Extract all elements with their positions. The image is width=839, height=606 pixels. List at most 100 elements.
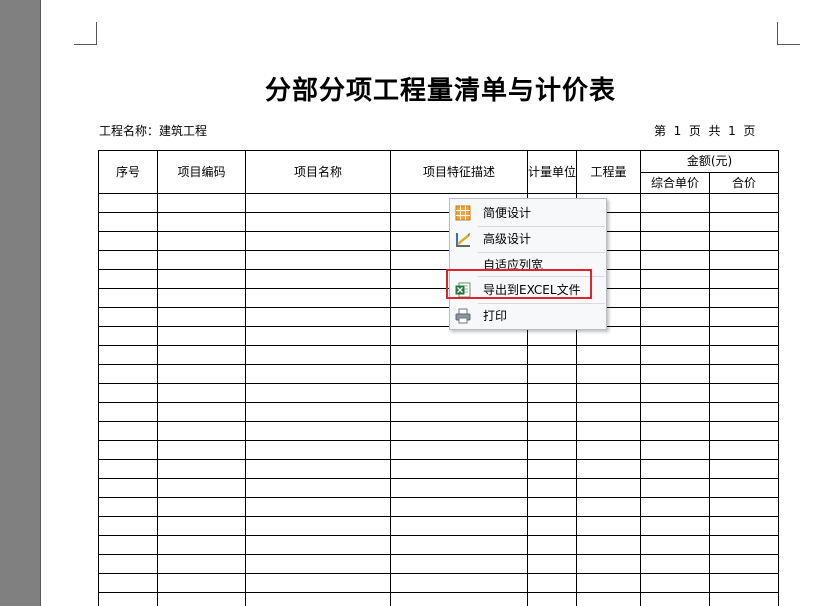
table-cell [390,554,528,574]
table-cell [390,440,528,460]
table-cell [157,231,246,251]
table-cell [98,364,158,384]
table-cell [709,440,779,460]
table-cell [576,535,641,555]
table-cell [640,193,710,213]
table-cell [98,288,158,308]
table-cell [98,383,158,403]
table-cell [576,440,641,460]
table-cell [640,383,710,403]
table-cell [390,383,528,403]
table-cell [245,402,391,422]
table-cell [709,459,779,479]
table-cell [157,592,246,606]
table-cell [576,345,641,365]
report-title: 分部分项工程量清单与计价表 [264,76,616,106]
table-cell [390,573,528,593]
table-cell [245,345,391,365]
table-cell [245,440,391,460]
menu-label: 高级设计 [483,232,532,246]
table-cell [98,212,158,232]
table-cell [576,364,641,384]
header-unit-price: 综合单价 [640,172,710,194]
table-cell [157,383,246,403]
table-cell [390,364,528,384]
table-cell [245,383,391,403]
table-cell [527,535,577,555]
table-cell [527,459,577,479]
header-unit: 计量单位 [527,150,577,194]
bill-table: 序号 项目编码 项目名称 项目特征描述 计量单位 工程量 金额(元) 综合单价 … [98,150,779,606]
page-info: 第 1 页 共 1 页 [654,124,756,138]
table-cell [98,554,158,574]
table-cell [576,478,641,498]
table-cell [640,535,710,555]
table-cell [157,421,246,441]
table-cell [527,478,577,498]
table-cell [640,345,710,365]
context-menu: 简便设计 高级设计 自适应列宽 导出到EXCEL文件 打印 [449,198,607,330]
table-row [98,231,779,251]
table-cell [157,307,246,327]
table-cell [98,421,158,441]
table-cell [527,592,577,606]
table-cell [640,516,710,536]
header-code: 项目编码 [157,150,246,194]
table-cell [390,497,528,517]
table-cell [390,516,528,536]
table-cell [390,345,528,365]
table-cell [157,269,246,289]
table-cell [157,535,246,555]
table-cell [709,383,779,403]
table-row [98,440,779,460]
table-cell [98,516,158,536]
table-cell [245,592,391,606]
table-cell [640,440,710,460]
table-cell [527,554,577,574]
menu-item-export-excel[interactable]: 导出到EXCEL文件 [450,277,606,303]
table-cell [527,516,577,536]
table-cell [98,193,158,213]
table-row [98,269,779,289]
menu-item-advanced-design[interactable]: 高级设计 [450,226,606,252]
table-cell [576,516,641,536]
table-cell [245,516,391,536]
menu-item-auto-fit-columns[interactable]: 自适应列宽 [450,252,606,278]
table-cell [245,554,391,574]
header-seq: 序号 [98,150,158,194]
table-cell [709,402,779,422]
table-row [98,250,779,270]
table-cell [245,573,391,593]
table-cell [709,478,779,498]
table-cell [157,326,246,346]
menu-item-simple-design[interactable]: 简便设计 [450,200,606,226]
printer-icon [455,308,471,324]
table-cell [709,193,779,213]
table-cell [245,421,391,441]
table-cell [245,212,391,232]
table-cell [640,459,710,479]
grid-design-icon [455,205,471,221]
table-cell [98,269,158,289]
table-row [98,554,779,574]
table-cell [640,421,710,441]
table-cell [98,440,158,460]
table-cell [709,326,779,346]
crop-mark-top-right [777,22,800,45]
table-cell [640,592,710,606]
menu-label: 导出到EXCEL文件 [483,283,581,297]
table-cell [98,326,158,346]
table-cell [157,364,246,384]
menu-item-print[interactable]: 打印 [450,303,606,329]
table-cell [157,345,246,365]
table-cell [640,212,710,232]
table-cell [709,573,779,593]
table-cell [245,497,391,517]
table-cell [640,402,710,422]
table-cell [576,592,641,606]
header-name: 项目名称 [245,150,391,194]
table-cell [640,364,710,384]
table-cell [157,440,246,460]
table-cell [98,345,158,365]
table-cell [157,402,246,422]
